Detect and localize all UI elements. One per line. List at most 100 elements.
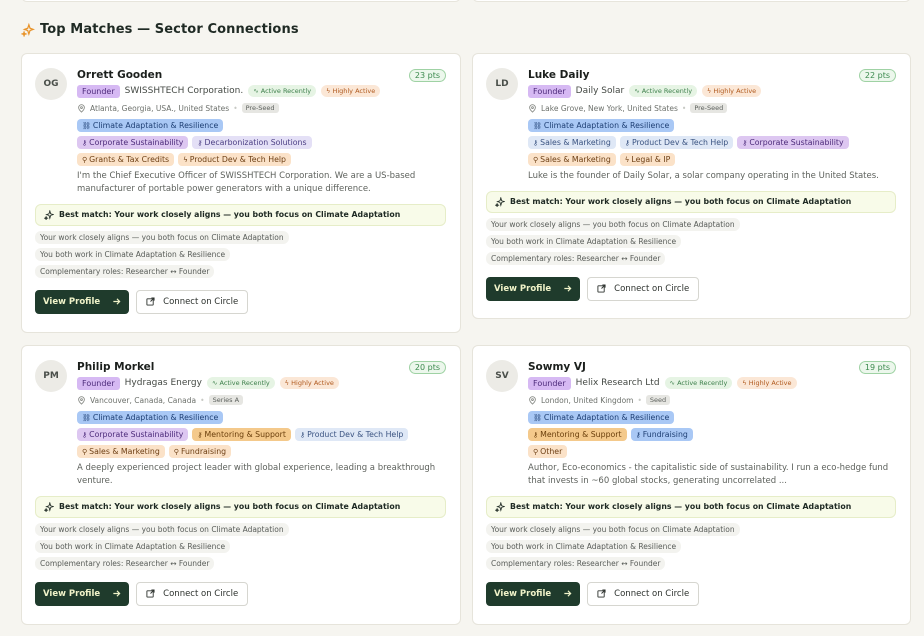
sparkle-icon [495, 501, 505, 512]
role-row: Founder SWISSHTECH Corporation. ∿ Active… [77, 84, 446, 98]
link-icon: ⛓ [82, 121, 91, 130]
location-pin-icon [529, 103, 536, 113]
activity-icon: ∿ [253, 87, 259, 95]
location-row: Lake Grove, New York, United States • Pr… [528, 102, 896, 114]
best-match-text: Best match: Your work closely aligns — y… [59, 502, 401, 511]
card-actions: View Profile Connect on Circle [486, 276, 896, 301]
role-row: Founder Daily Solar ∿ Active Recently ϟ … [528, 84, 896, 98]
connect-on-circle-button[interactable]: Connect on Circle [136, 581, 249, 606]
bolt-icon: ϟ [707, 87, 712, 95]
match-reason: Your work closely aligns — you both focu… [486, 217, 740, 231]
member-description: A deeply experienced project leader with… [77, 463, 436, 486]
card-header-body: Philip Morkel 20 pts Founder Hydragas En… [77, 360, 446, 488]
tag-label: Climate Adaptation & Resilience [92, 121, 219, 130]
sparkle-icon [44, 501, 54, 512]
stage-badge: Pre-Seed [241, 103, 279, 113]
view-profile-button[interactable]: View Profile [486, 276, 581, 301]
tag: ⛓ Climate Adaptation & Resilience [77, 411, 224, 424]
tag-row: ⚲ Grants & Tax Credits ϟ Product Dev & Tech… [77, 153, 446, 166]
card-header-body: Luke Daily 22 pts Founder Daily Solar ∿ … [528, 68, 896, 183]
member-name[interactable]: Orrett Gooden [77, 69, 162, 81]
location-text: London, United Kingdom [541, 395, 634, 405]
tag: ⚷ Decarbonization Solutions [192, 136, 312, 149]
active-recently-badge: ∿ Active Recently [629, 85, 698, 97]
connect-label: Connect on Circle [614, 588, 690, 599]
name-row: Orrett Gooden 23 pts [77, 68, 446, 82]
member-description: I'm the Chief Executive Officer of SWISS… [77, 171, 416, 194]
activity-icon: ∿ [634, 87, 640, 95]
view-profile-button[interactable]: View Profile [486, 581, 581, 606]
tag-label: Mentoring & Support [540, 430, 622, 439]
view-profile-label: View Profile [43, 588, 101, 599]
connect-on-circle-button[interactable]: Connect on Circle [587, 581, 700, 606]
match-reason: Complementary roles: Researcher ↔ Founde… [486, 556, 666, 570]
active-recently-badge: ∿ Active Recently [664, 377, 733, 389]
bolt-icon: ϟ [183, 155, 188, 164]
bolt-icon: ϟ [326, 87, 331, 95]
match-reason: You both work in Climate Adaptation & Re… [486, 539, 682, 553]
tag-row: ⚲ Sales & Marketing ⚲ Fundraising [77, 445, 446, 458]
card-header: PM Philip Morkel 20 pts Founder Hydragas… [35, 360, 446, 488]
active-recently-label: Active Recently [260, 87, 312, 95]
tag-label: Sales & Marketing [540, 155, 611, 164]
company-name: Daily Solar [575, 86, 625, 96]
tag-row: ⛓ Climate Adaptation & Resilience [528, 411, 896, 424]
active-recently-badge: ∿ Active Recently [248, 85, 317, 97]
stage-badge: Seed [645, 395, 671, 405]
company-name: Helix Research Ltd [575, 378, 660, 388]
points-badge: 23 pts [408, 68, 446, 82]
match-reason: Complementary roles: Researcher ↔ Founde… [35, 556, 215, 570]
active-recently-badge: ∿ Active Recently [206, 377, 275, 389]
tag-label: Product Dev & Tech Help [189, 155, 286, 164]
best-match-banner: Best match: Your work closely aligns — y… [35, 495, 446, 518]
view-profile-label: View Profile [43, 296, 101, 307]
tag-label: Decarbonization Solutions [204, 138, 307, 147]
connect-label: Connect on Circle [163, 588, 239, 599]
tag: ⚲ Sales & Marketing [77, 445, 165, 458]
connect-on-circle-button[interactable]: Connect on Circle [587, 276, 700, 301]
tags: ⛓ Climate Adaptation & Resilience ⚷ Corpora… [77, 119, 446, 166]
tag-row: ⛓ Climate Adaptation & Resilience [528, 119, 896, 132]
best-match-banner: Best match: Your work closely aligns — y… [486, 495, 896, 518]
card-header: SV Sowmy VJ 19 pts Founder Helix Researc… [486, 360, 896, 488]
tag: ⚷ Product Dev & Tech Help [619, 136, 734, 149]
tags: ⛓ Climate Adaptation & Resilience ⚷ Mentori… [528, 411, 896, 458]
view-profile-button[interactable]: View Profile [35, 581, 130, 606]
bolt-icon: ϟ [284, 379, 290, 387]
member-description: Luke is the founder of Daily Solar, a so… [528, 171, 879, 181]
tag: ⚲ Fundraising [168, 445, 232, 458]
role-row: Founder Hydragas Energy ∿ Active Recentl… [77, 376, 446, 390]
member-name[interactable]: Philip Morkel [77, 361, 154, 373]
highly-active-label: Highly Active [291, 379, 334, 387]
tag-label: Grants & Tax Credits [89, 155, 170, 164]
key-icon: ⚷ [197, 138, 203, 147]
match-reason: Complementary roles: Researcher ↔ Founde… [486, 251, 666, 265]
tag: ⚲ Other [528, 445, 568, 458]
view-profile-button[interactable]: View Profile [35, 289, 130, 314]
activity-icon: ∿ [669, 379, 675, 387]
tag: ⚲ Sales & Marketing [528, 153, 616, 166]
view-profile-label: View Profile [494, 588, 552, 599]
tag-label: Climate Adaptation & Resilience [543, 121, 670, 130]
external-link-icon [597, 589, 606, 598]
tag-label: Product Dev & Tech Help [307, 430, 404, 439]
highly-active-badge: ϟ Highly Active [702, 85, 762, 97]
tag-label: Sales & Marketing [89, 447, 160, 456]
connect-on-circle-button[interactable]: Connect on Circle [136, 289, 249, 314]
best-match-text: Best match: Your work closely aligns — y… [510, 197, 852, 207]
key-icon: ⚷ [624, 138, 630, 147]
tag-label: Climate Adaptation & Resilience [543, 413, 670, 422]
match-reason: Your work closely aligns — you both focu… [486, 522, 740, 536]
tag-label: Fundraising [180, 447, 227, 456]
active-recently-label: Active Recently [219, 379, 270, 387]
stage-badge: Series A [208, 395, 244, 405]
member-name[interactable]: Sowmy VJ [528, 361, 586, 373]
location-text: Vancouver, Canada, Canada [90, 395, 197, 405]
member-name[interactable]: Luke Daily [528, 69, 590, 81]
role-badge: Founder [77, 84, 120, 98]
match-card: OG Orrett Gooden 23 pts Founder SWISSHTE… [21, 53, 461, 333]
tag-label: Sales & Marketing [540, 138, 611, 147]
points-badge: 20 pts [408, 360, 446, 374]
points-badge: 22 pts [858, 68, 896, 82]
tag-row: ⛓ Climate Adaptation & Resilience [77, 411, 446, 424]
